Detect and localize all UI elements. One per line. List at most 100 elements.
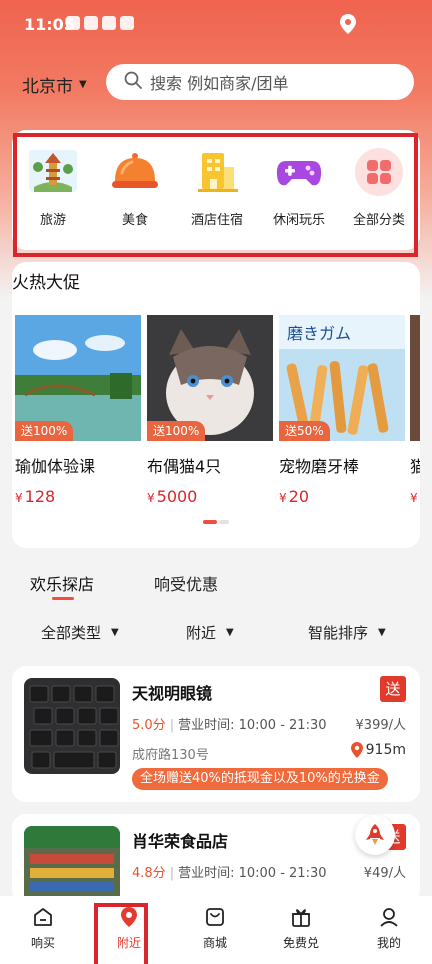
- promo-name: 猫: [410, 457, 420, 476]
- promo-name: 宠物磨牙棒: [279, 457, 360, 476]
- promo-badge: 送100%: [15, 421, 74, 441]
- shop-distance: 915m: [350, 742, 406, 758]
- shop-name: 天视明眼镜: [132, 684, 213, 703]
- shop-meta: 4.8分 | 营业时间: 10:00 - 21:30: [132, 866, 327, 881]
- category-all[interactable]: 全部分类: [338, 147, 420, 228]
- shop-meta: 5.0分 | 营业时间: 10:00 - 21:30: [132, 718, 327, 733]
- nav-home[interactable]: 响买: [0, 906, 86, 951]
- search-bar[interactable]: 搜索 例如商家/团单: [106, 64, 414, 100]
- all-categories-icon: [354, 147, 404, 197]
- promo-image: 送100%: [15, 315, 141, 441]
- category-grid: 旅游 美食 酒店住宿 休闲玩乐 全部分类: [12, 130, 420, 250]
- user-icon: [380, 908, 398, 927]
- promo-item-partial[interactable]: 猫 ¥: [410, 315, 420, 506]
- tiktok-notification-icon: [102, 16, 116, 30]
- category-leisure[interactable]: 休闲玩乐: [258, 147, 340, 228]
- bottom-nav: 响买 附近 商城 免费兑 我的: [0, 896, 432, 964]
- caret-down-icon: ▼: [378, 627, 386, 638]
- tab-active-underline: [52, 597, 74, 600]
- rocket-float-button[interactable]: [355, 815, 395, 855]
- hotel-icon: [192, 147, 242, 197]
- caret-down-icon: ▼: [111, 627, 119, 638]
- svg-text:磨きガム: 磨きガム: [287, 324, 351, 343]
- promo-name: 布偶猫4只: [147, 457, 222, 476]
- shop-image: [24, 826, 120, 904]
- shop-hours: 10:00 - 21:30: [238, 718, 327, 733]
- home-icon: [34, 908, 52, 926]
- app-notification-icon: [120, 16, 134, 30]
- promo-name: 瑜伽体验课: [15, 457, 96, 476]
- nav-profile[interactable]: 我的: [346, 906, 432, 951]
- filter-label: 智能排序: [308, 624, 369, 642]
- shop-score: 4.8分: [132, 866, 166, 881]
- nav-label: 我的: [376, 936, 401, 950]
- carousel-dot-active: [203, 520, 217, 524]
- promo-badge: 送50%: [279, 421, 330, 441]
- category-food[interactable]: 美食: [94, 147, 176, 228]
- nav-label: 商城: [202, 936, 227, 950]
- nav-redeem[interactable]: 免费兑: [258, 906, 344, 951]
- category-travel[interactable]: 旅游: [12, 147, 94, 228]
- promo-image: 送100%: [147, 315, 273, 441]
- category-hotel[interactable]: 酒店住宿: [176, 147, 258, 228]
- shop-price: ¥399/人: [355, 718, 406, 733]
- hours-label: 营业时间:: [178, 718, 235, 733]
- promo-price: ¥: [410, 491, 418, 505]
- shop-card[interactable]: 天视明眼镜 送 5.0分 | 营业时间: 10:00 - 21:30 ¥399/人 …: [12, 666, 420, 802]
- location-status-icon: [340, 14, 356, 38]
- nav-label: 附近: [116, 936, 141, 950]
- promo-image: 磨きガム 送50%: [279, 315, 405, 441]
- shop-score: 5.0分: [132, 718, 166, 733]
- search-placeholder: 搜索 例如商家/团单: [150, 74, 289, 93]
- gamepad-icon: [274, 147, 324, 197]
- hours-label: 营业时间:: [178, 866, 235, 881]
- tab-offers[interactable]: 响受优惠: [154, 571, 218, 595]
- hot-promo-section: 火热大促 送100% 瑜伽体验课 ¥128 送100% 布偶猫4只 ¥ 5000…: [12, 262, 420, 548]
- category-label: 休闲玩乐: [272, 213, 325, 228]
- search-icon: [124, 71, 142, 93]
- shop-price: ¥49/人: [363, 866, 406, 881]
- promo-item-cat[interactable]: 送100% 布偶猫4只 ¥5000: [147, 315, 273, 506]
- filter-type[interactable]: 全部类型 ▼: [41, 622, 119, 643]
- location-pin-icon: [121, 907, 137, 927]
- filter-label: 全部类型: [41, 624, 102, 642]
- shop-name: 肖华荣食品店: [132, 832, 229, 851]
- category-label: 酒店住宿: [190, 213, 243, 228]
- nav-nearby[interactable]: 附近: [86, 906, 172, 951]
- status-icons: [66, 16, 134, 30]
- location-pin-icon: [350, 742, 363, 758]
- carousel-dot: [219, 520, 229, 524]
- shop-hours: 10:00 - 21:30: [238, 866, 327, 881]
- promo-item-yoga[interactable]: 送100% 瑜伽体验课 ¥128: [15, 315, 141, 506]
- category-label: 全部分类: [352, 213, 405, 228]
- section-title: 火热大促: [12, 273, 80, 293]
- category-label: 旅游: [39, 213, 66, 228]
- promo-badge: 送100%: [147, 421, 206, 441]
- food-cloche-icon: [110, 147, 160, 197]
- nav-mall[interactable]: 商城: [172, 906, 258, 951]
- shop-address: 成府路130号: [132, 748, 209, 763]
- status-bar: 11:05: [0, 0, 432, 48]
- rocket-icon: [366, 824, 384, 845]
- promo-price: ¥5000: [147, 487, 198, 506]
- city-label: 北京市: [22, 77, 73, 97]
- shop-promo-tag: 全场赠送40%的抵现金以及10%的兑换金: [132, 768, 388, 790]
- filter-sort[interactable]: 智能排序 ▼: [308, 622, 386, 643]
- nav-label: 免费兑: [282, 936, 319, 950]
- promo-item-chew[interactable]: 磨きガム 送50% 宠物磨牙棒 ¥20: [279, 315, 405, 506]
- nav-label: 响买: [30, 936, 55, 950]
- city-selector[interactable]: 北京市 ▼: [22, 72, 87, 97]
- shopping-bag-icon: [206, 908, 224, 926]
- filter-nearby[interactable]: 附近 ▼: [186, 622, 234, 643]
- tab-explore[interactable]: 欢乐探店: [30, 571, 94, 595]
- shop-image: [24, 678, 120, 774]
- carousel-indicator: [203, 520, 229, 524]
- category-label: 美食: [121, 213, 148, 228]
- filter-label: 附近: [186, 624, 217, 642]
- app-notification-icon: [84, 16, 98, 30]
- travel-icon: [28, 147, 78, 197]
- promo-price: ¥20: [279, 487, 309, 506]
- caret-down-icon: ▼: [226, 627, 234, 638]
- caret-down-icon: ▼: [79, 79, 87, 90]
- promo-image: [410, 315, 420, 441]
